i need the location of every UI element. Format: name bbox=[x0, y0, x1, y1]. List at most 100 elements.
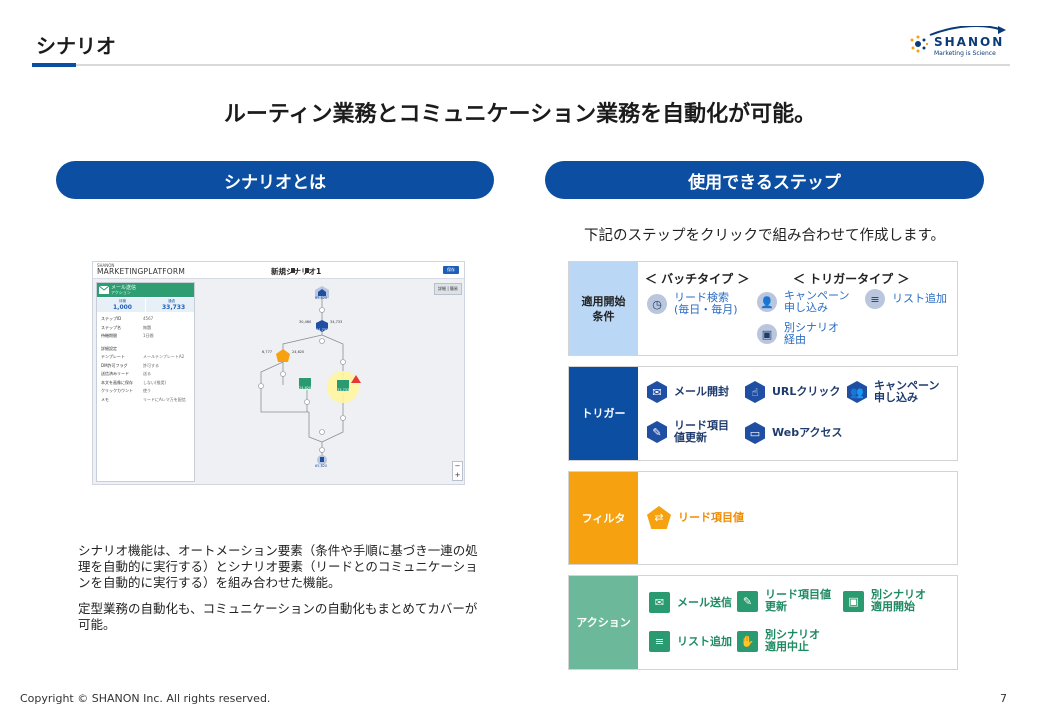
step-group-filter: フィルタ ⇄ リード項目値 bbox=[568, 471, 958, 565]
mail-icon: ✉ bbox=[649, 592, 670, 613]
view-toggle[interactable]: 詳細 | 簡易 bbox=[434, 283, 462, 295]
flow-count-start: 65,820 bbox=[315, 296, 328, 300]
page-number: 7 bbox=[1000, 692, 1007, 705]
step-mail-open[interactable]: ✉ メール開封 bbox=[647, 381, 729, 403]
step-lead-field-value-update[interactable]: ✎ リード項目値 更新 bbox=[737, 589, 831, 613]
flow-count-mail-a: 24,620 bbox=[299, 386, 312, 390]
scenario-play-icon: ▣ bbox=[757, 324, 777, 344]
hand-stop-icon: ✋ bbox=[737, 630, 758, 652]
panel-row-label: ステップ名 bbox=[101, 324, 121, 330]
step-lead-search[interactable]: ◷ リード検索 (毎日・毎月) bbox=[647, 292, 738, 316]
steps-intro: 下記のステップをクリックで組み合わせて作成します。 bbox=[583, 228, 946, 244]
waiting-value: 1,000 bbox=[113, 304, 132, 311]
step-other-scenario-start[interactable]: ▣ 別シナリオ 適用開始 bbox=[843, 589, 926, 613]
step-label: リード検索 (毎日・毎月) bbox=[674, 291, 738, 316]
panel-row-label: DM許可フラグ bbox=[101, 362, 128, 368]
step-label: 別シナリオ 適用開始 bbox=[871, 588, 926, 613]
scenario-start-icon: ▣ bbox=[843, 590, 864, 612]
group-label-start-condition: 適用開始 条件 bbox=[569, 262, 638, 355]
step-lead-field-value[interactable]: ⇄ リード項目値 bbox=[647, 506, 744, 529]
trigger-type-heading: ＜ トリガータイプ ＞ bbox=[793, 272, 910, 286]
step-label: リスト追加 bbox=[677, 634, 732, 648]
panel-row-label: メモ bbox=[101, 396, 109, 402]
step-group-action: アクション ✉ メール送信 ✎ リード項目値 更新 ▣ 別シナリオ 適用開始 ≡… bbox=[568, 575, 958, 670]
step-label: URLクリック bbox=[772, 385, 841, 398]
group-label-trigger: トリガー bbox=[569, 367, 638, 460]
step-web-access[interactable]: ▭ Webアクセス bbox=[745, 422, 843, 444]
panel-row: ステップID 4567 bbox=[101, 316, 153, 322]
step-mail-send[interactable]: ✉ メール送信 bbox=[649, 592, 732, 613]
copyright: Copyright © SHANON Inc. All rights reser… bbox=[20, 692, 271, 705]
headline: ルーティン業務とコミュニケーション業務を自動化が可能。 bbox=[223, 102, 817, 127]
step-campaign-signup[interactable]: 👤 キャンペーン 申し込み bbox=[757, 290, 849, 314]
mail-icon bbox=[99, 286, 109, 294]
flow-count-filter-b: 24,620 bbox=[292, 350, 305, 354]
step-other-scenario[interactable]: ▣ 別シナリオ 経由 bbox=[757, 322, 839, 346]
flow-count-filter-a: 6,777 bbox=[262, 350, 273, 354]
step-label: リスト追加 bbox=[892, 292, 947, 305]
flow-count-trigger-c: 34,733 bbox=[316, 328, 329, 332]
step-label: Webアクセス bbox=[772, 426, 843, 439]
panel-row-label: クリックカウント bbox=[101, 388, 133, 393]
zoom-control[interactable]: − + bbox=[452, 461, 463, 481]
panel-row-value: 1日間 bbox=[143, 333, 154, 338]
panel-row-value: メールテンプレートA2 bbox=[143, 354, 185, 359]
panel-row: DM許可フラグ 許可する bbox=[101, 362, 159, 369]
page-title: シナリオ bbox=[36, 34, 116, 58]
step-label: リード項目 値更新 bbox=[674, 419, 729, 444]
flow-count-trigger-b: 34,733 bbox=[330, 320, 343, 324]
passed-value: 33,733 bbox=[162, 304, 186, 311]
filter-icon: ⇄ bbox=[647, 506, 671, 529]
monitor-icon: ▭ bbox=[745, 422, 765, 444]
passed-stat: 通過 33,733 bbox=[146, 298, 194, 312]
company-logo: SHANON Marketing is Science bbox=[908, 26, 1008, 60]
person-add-icon: 👤 bbox=[757, 292, 777, 312]
step-url-click[interactable]: ☝ URLクリック bbox=[745, 381, 840, 403]
step-label: 別シナリオ 適用中止 bbox=[765, 628, 820, 653]
panel-row-value: 使う bbox=[143, 388, 151, 393]
pencil-icon: ✎ bbox=[737, 590, 758, 612]
group-label-filter: フィルタ bbox=[569, 472, 638, 564]
section-pill-steps: 使用できるステップ bbox=[545, 161, 984, 199]
step-label: リード項目値 bbox=[678, 510, 744, 524]
panel-subtitle: アクション bbox=[111, 290, 131, 295]
step-list-add[interactable]: ≡ リスト追加 bbox=[865, 289, 947, 309]
waiting-stat: 待機 1,000 bbox=[97, 298, 145, 312]
batch-type-heading: ＜ バッチタイプ ＞ bbox=[645, 272, 750, 286]
logo-wordmark: SHANON bbox=[934, 35, 1005, 49]
step-group-trigger: トリガー ✉ メール開封 ☝ URLクリック 👥 キャンペーン 申し込み ✎ リ… bbox=[568, 366, 958, 461]
step-lead-field-update[interactable]: ✎ リード項目 値更新 bbox=[647, 420, 729, 444]
panel-row-label: テンプレート bbox=[101, 354, 125, 359]
panel-row-label: 詳細設定 bbox=[101, 345, 117, 351]
panel-row-value: 無題 bbox=[143, 324, 151, 330]
campaign-icon: 👥 bbox=[847, 381, 867, 403]
step-label: 別シナリオ 経由 bbox=[784, 321, 839, 346]
step-label: キャンペーン 申し込み bbox=[874, 379, 940, 404]
step-list-add-action[interactable]: ≡ リスト追加 bbox=[649, 631, 732, 652]
panel-row-label: 待機期間 bbox=[101, 333, 117, 338]
section-pill-scenario: シナリオとは bbox=[56, 161, 494, 199]
panel-row: 詳細設定 bbox=[101, 346, 117, 352]
panel-row-label: ステップID bbox=[101, 316, 122, 321]
panel-row-value: 送る bbox=[143, 371, 151, 376]
list-add-icon: ≡ bbox=[865, 289, 885, 309]
panel-row-value: 許可する bbox=[143, 362, 159, 368]
panel-row-label: 本文を画像に保存 bbox=[101, 379, 133, 385]
panel-row: 本文を画像に保存 しない(推奨) bbox=[101, 379, 166, 386]
pointer-click-icon: ☝ bbox=[745, 381, 765, 403]
step-campaign-signup-trigger[interactable]: 👥 キャンペーン 申し込み bbox=[847, 380, 939, 404]
panel-row: テンプレート メールテンプレートA2 bbox=[101, 354, 184, 360]
description-paragraph-1: シナリオ機能は、オートメーション要素（条件や手順に基づき一連の処理を自動的に実行… bbox=[78, 543, 478, 590]
panel-row: 待機期間 1日間 bbox=[101, 333, 154, 339]
panel-row: クリックカウント 使う bbox=[101, 388, 151, 394]
step-other-scenario-stop[interactable]: ✋ 別シナリオ 適用中止 bbox=[737, 629, 820, 653]
title-divider bbox=[32, 64, 1010, 66]
group-label-action: アクション bbox=[569, 576, 638, 669]
panel-row-label: 送信済みリード bbox=[101, 371, 129, 376]
step-label: キャンペーン 申し込み bbox=[784, 289, 850, 314]
list-add-icon: ≡ bbox=[649, 631, 670, 652]
pencil-icon: ✎ bbox=[647, 421, 667, 443]
step-label: メール開封 bbox=[674, 385, 729, 398]
logo-tagline: Marketing is Science bbox=[934, 50, 996, 57]
clock-icon: ◷ bbox=[647, 294, 667, 314]
